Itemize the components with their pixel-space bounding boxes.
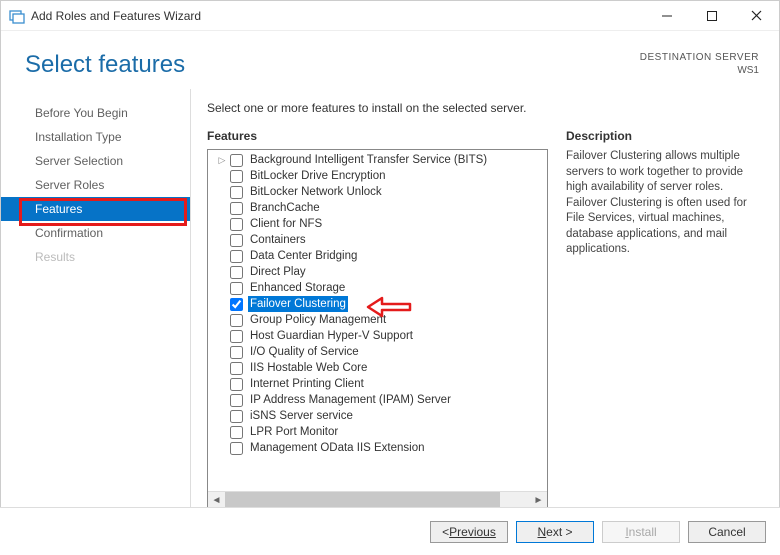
wizard-footer: < Previous Next > Install Cancel [0, 507, 780, 555]
expand-icon[interactable]: ▷ [216, 152, 228, 168]
sidebar-item-installation-type[interactable]: Installation Type [1, 125, 190, 149]
feature-checkbox[interactable] [230, 266, 243, 279]
feature-item[interactable]: Internet Printing Client [212, 376, 547, 392]
feature-label: Data Center Bridging [248, 248, 359, 264]
feature-item[interactable]: Direct Play [212, 264, 547, 280]
feature-checkbox[interactable] [230, 378, 243, 391]
feature-label: Management OData IIS Extension [248, 440, 427, 456]
feature-label: I/O Quality of Service [248, 344, 361, 360]
minimize-button[interactable] [644, 1, 689, 31]
feature-label: Direct Play [248, 264, 308, 280]
sidebar-item-server-roles[interactable]: Server Roles [1, 173, 190, 197]
feature-checkbox[interactable] [230, 362, 243, 375]
wizard-sidebar: Before You BeginInstallation TypeServer … [1, 89, 191, 509]
sidebar-item-confirmation[interactable]: Confirmation [1, 221, 190, 245]
feature-item[interactable]: Enhanced Storage [212, 280, 547, 296]
install-button: Install [602, 521, 680, 543]
feature-item[interactable]: IIS Hostable Web Core [212, 360, 547, 376]
feature-checkbox[interactable] [230, 202, 243, 215]
feature-checkbox[interactable] [230, 186, 243, 199]
feature-label: iSNS Server service [248, 408, 355, 424]
feature-label: LPR Port Monitor [248, 424, 340, 440]
main-area: Before You BeginInstallation TypeServer … [1, 89, 779, 509]
feature-checkbox[interactable] [230, 218, 243, 231]
destination-server: WS1 [640, 64, 759, 77]
feature-checkbox[interactable] [230, 394, 243, 407]
feature-label: BitLocker Network Unlock [248, 184, 384, 200]
feature-item[interactable]: Group Policy Management [212, 312, 547, 328]
feature-checkbox[interactable] [230, 346, 243, 359]
feature-item[interactable]: iSNS Server service [212, 408, 547, 424]
feature-label: Background Intelligent Transfer Service … [248, 152, 489, 168]
feature-checkbox[interactable] [230, 298, 243, 311]
feature-item[interactable]: Client for NFS [212, 216, 547, 232]
sidebar-item-before-you-begin[interactable]: Before You Begin [1, 101, 190, 125]
feature-label: Client for NFS [248, 216, 324, 232]
title-bar: Add Roles and Features Wizard [1, 1, 779, 31]
features-listbox[interactable]: ▷ Background Intelligent Transfer Service… [207, 149, 548, 509]
feature-item[interactable]: ▷ Background Intelligent Transfer Service… [212, 152, 547, 168]
feature-item[interactable]: LPR Port Monitor [212, 424, 547, 440]
feature-checkbox[interactable] [230, 154, 243, 167]
feature-item[interactable]: Management OData IIS Extension [212, 440, 547, 456]
feature-label: BitLocker Drive Encryption [248, 168, 388, 184]
feature-label: Group Policy Management [248, 312, 388, 328]
feature-label: BranchCache [248, 200, 322, 216]
feature-item[interactable]: Host Guardian Hyper-V Support [212, 328, 547, 344]
horizontal-scrollbar[interactable]: ◄ ► [208, 491, 547, 508]
feature-item[interactable]: I/O Quality of Service [212, 344, 547, 360]
feature-checkbox[interactable] [230, 410, 243, 423]
window-title: Add Roles and Features Wizard [31, 9, 201, 23]
feature-item[interactable]: Failover Clustering [212, 296, 547, 312]
feature-label: Host Guardian Hyper-V Support [248, 328, 415, 344]
instruction-text: Select one or more features to install o… [207, 101, 761, 115]
feature-checkbox[interactable] [230, 282, 243, 295]
next-button[interactable]: Next > [516, 521, 594, 543]
feature-checkbox[interactable] [230, 330, 243, 343]
features-heading: Features [207, 129, 548, 143]
feature-label: Containers [248, 232, 308, 248]
previous-button[interactable]: < Previous [430, 521, 508, 543]
feature-item[interactable]: IP Address Management (IPAM) Server [212, 392, 547, 408]
feature-checkbox[interactable] [230, 234, 243, 247]
description-text: Failover Clustering allows multiple serv… [566, 149, 761, 258]
maximize-button[interactable] [689, 1, 734, 31]
sidebar-item-results: Results [1, 245, 190, 269]
feature-checkbox[interactable] [230, 442, 243, 455]
page-header: Select features DESTINATION SERVER WS1 [1, 31, 779, 89]
scroll-right-icon[interactable]: ► [530, 492, 547, 509]
feature-label: IP Address Management (IPAM) Server [248, 392, 453, 408]
feature-label: Enhanced Storage [248, 280, 347, 296]
app-icon [9, 8, 25, 24]
feature-item[interactable]: Data Center Bridging [212, 248, 547, 264]
content-pane: Select one or more features to install o… [191, 89, 779, 509]
feature-item[interactable]: BitLocker Network Unlock [212, 184, 547, 200]
scroll-left-icon[interactable]: ◄ [208, 492, 225, 509]
page-title: Select features [25, 51, 640, 79]
sidebar-item-features[interactable]: Features [1, 197, 190, 221]
feature-item[interactable]: BranchCache [212, 200, 547, 216]
feature-checkbox[interactable] [230, 426, 243, 439]
feature-checkbox[interactable] [230, 314, 243, 327]
destination-info: DESTINATION SERVER WS1 [640, 51, 759, 77]
destination-label: DESTINATION SERVER [640, 51, 759, 64]
feature-item[interactable]: BitLocker Drive Encryption [212, 168, 547, 184]
feature-item[interactable]: Containers [212, 232, 547, 248]
feature-checkbox[interactable] [230, 250, 243, 263]
feature-label: IIS Hostable Web Core [248, 360, 369, 376]
feature-checkbox[interactable] [230, 170, 243, 183]
sidebar-item-server-selection[interactable]: Server Selection [1, 149, 190, 173]
description-heading: Description [566, 129, 761, 143]
close-button[interactable] [734, 1, 779, 31]
scrollbar-thumb[interactable] [225, 492, 500, 508]
feature-label: Failover Clustering [248, 296, 348, 312]
features-scroll-area[interactable]: ▷ Background Intelligent Transfer Service… [208, 150, 547, 491]
cancel-button[interactable]: Cancel [688, 521, 766, 543]
feature-label: Internet Printing Client [248, 376, 366, 392]
